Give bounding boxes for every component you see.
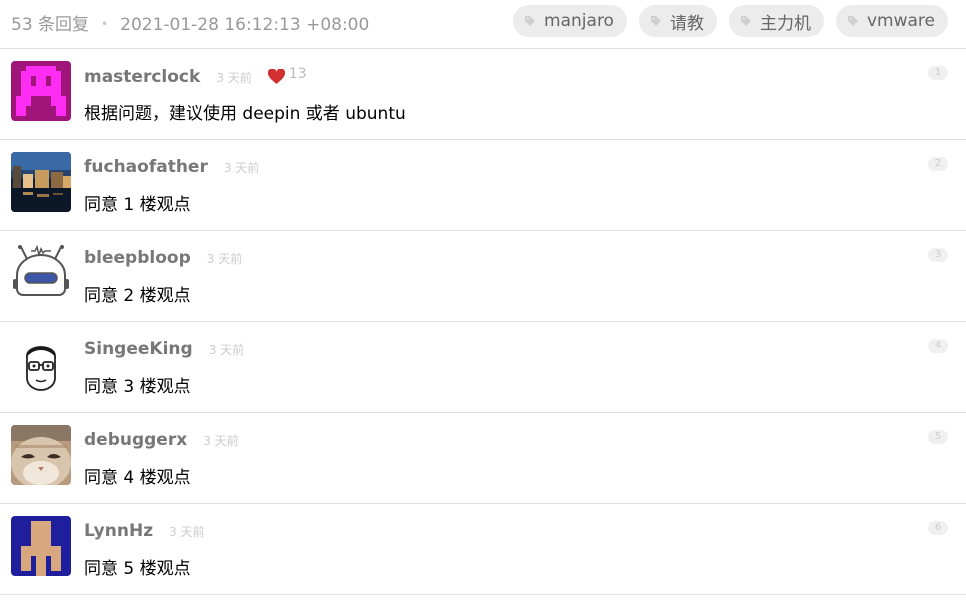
separator-dot: • bbox=[101, 17, 109, 31]
reply-content: 同意 3 楼观点 bbox=[84, 377, 191, 397]
tag-icon bbox=[847, 16, 858, 26]
reply-meta: fuchaofather 3 天前 bbox=[84, 157, 259, 181]
night-city-photo-avatar bbox=[11, 152, 71, 212]
topic-header: 53 条回复 • 2021-01-28 16:12:13 +08:00 manjar… bbox=[0, 0, 966, 49]
tag-label: 请教 bbox=[669, 13, 704, 34]
username-link[interactable]: masterclock bbox=[84, 67, 200, 87]
floor-number: 4 bbox=[928, 339, 948, 353]
tag-manjaro[interactable]: manjaro bbox=[513, 5, 627, 37]
tag-icon bbox=[525, 16, 536, 26]
reply-content: 同意 2 楼观点 bbox=[84, 286, 191, 306]
reply-count: 53 条回复 bbox=[11, 15, 90, 35]
cat-photo-avatar bbox=[11, 425, 71, 485]
reply-time: 3 天前 bbox=[206, 252, 243, 266]
topic-timestamp: 2021-01-28 16:12:13 +08:00 bbox=[120, 15, 370, 35]
reply-meta: SingeeKing 3 天前 bbox=[84, 339, 244, 363]
username-link[interactable]: LynnHz bbox=[84, 521, 153, 541]
robot-avatar bbox=[11, 243, 71, 303]
reply-content: 同意 1 楼观点 bbox=[84, 195, 191, 215]
topic-meta: 53 条回复 • 2021-01-28 16:12:13 +08:00 bbox=[11, 10, 369, 35]
reply-time: 3 天前 bbox=[223, 161, 260, 175]
reply-item: SingeeKing 3 天前 同意 3 楼观点 4 bbox=[0, 322, 966, 413]
avatar[interactable] bbox=[11, 334, 71, 394]
username-link[interactable]: debuggerx bbox=[84, 430, 187, 450]
pixel-figure-avatar bbox=[11, 516, 71, 576]
floor-number: 1 bbox=[928, 66, 948, 80]
tag-vmware[interactable]: vmware bbox=[835, 5, 948, 37]
thanks-count: 13 bbox=[267, 66, 307, 84]
tag-label: vmware bbox=[866, 11, 935, 31]
username-link[interactable]: bleepbloop bbox=[84, 248, 191, 268]
thanks-number: 13 bbox=[288, 66, 307, 82]
floor-number: 5 bbox=[928, 430, 948, 444]
reply-time: 3 天前 bbox=[169, 525, 205, 539]
floor-number: 3 bbox=[928, 248, 948, 262]
tag-qingjiao[interactable]: 请教 bbox=[638, 5, 717, 37]
tag-list: manjaro 请教 主力机 vmware bbox=[513, 5, 948, 37]
reply-meta: masterclock 3 天前 13 bbox=[84, 66, 307, 90]
reply-item: bleepbloop 3 天前 同意 2 楼观点 3 bbox=[0, 231, 966, 322]
avatar[interactable] bbox=[11, 425, 71, 485]
floor-number: 6 bbox=[928, 521, 948, 535]
avatar[interactable] bbox=[11, 243, 71, 303]
reply-meta: bleepbloop 3 天前 bbox=[84, 248, 242, 272]
avatar[interactable] bbox=[11, 152, 71, 212]
cartoon-face-avatar bbox=[11, 334, 71, 394]
reply-item: masterclock 3 天前 13 根据问题，建议使用 deepin 或者 … bbox=[0, 49, 966, 140]
floor-number: 2 bbox=[928, 157, 948, 171]
reply-item: LynnHz 3 天前 同意 5 楼观点 6 bbox=[0, 504, 966, 595]
reply-time: 3 天前 bbox=[203, 434, 239, 448]
reply-content: 同意 4 楼观点 bbox=[84, 468, 191, 488]
username-link[interactable]: fuchaofather bbox=[84, 157, 208, 177]
avatar[interactable] bbox=[11, 61, 71, 121]
tag-label: 主力机 bbox=[759, 13, 811, 34]
tag-icon bbox=[740, 16, 751, 26]
tag-zhuliji[interactable]: 主力机 bbox=[728, 5, 824, 37]
reply-time: 3 天前 bbox=[208, 343, 245, 357]
pixel-monster-avatar bbox=[11, 61, 71, 121]
username-link[interactable]: SingeeKing bbox=[84, 339, 193, 359]
tag-label: manjaro bbox=[544, 11, 614, 31]
reply-time: 3 天前 bbox=[216, 70, 252, 85]
heart-icon bbox=[267, 68, 285, 84]
reply-item: debuggerx 3 天前 同意 4 楼观点 5 bbox=[0, 413, 966, 504]
reply-item: fuchaofather 3 天前 同意 1 楼观点 2 bbox=[0, 140, 966, 231]
reply-meta: LynnHz 3 天前 bbox=[84, 521, 205, 545]
reply-content: 根据问题，建议使用 deepin 或者 ubuntu bbox=[84, 104, 406, 124]
avatar[interactable] bbox=[11, 516, 71, 576]
reply-content: 同意 5 楼观点 bbox=[84, 559, 191, 579]
reply-meta: debuggerx 3 天前 bbox=[84, 430, 239, 454]
tag-icon bbox=[650, 16, 661, 26]
